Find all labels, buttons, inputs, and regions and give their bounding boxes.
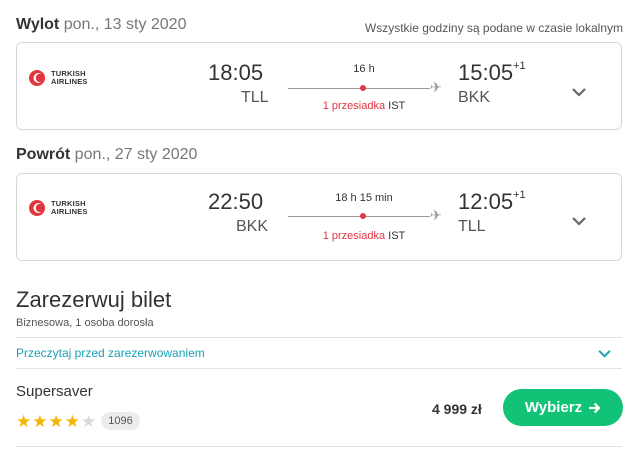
return-flight-card[interactable]: TURKISH AIRLINES 22:50 BKK 18 h 15 min ✈… — [16, 173, 622, 261]
departure-airport: BKK — [236, 218, 269, 235]
booking-title: Zarezerwuj bilet — [16, 287, 172, 312]
route-line — [288, 88, 430, 89]
outbound-label: Wylot — [16, 16, 60, 33]
stops-count: 1 przesiadka — [322, 100, 386, 112]
stopover-airport: IST — [388, 100, 406, 112]
chevron-down-icon[interactable] — [572, 216, 586, 226]
stopover-dot — [360, 213, 366, 219]
reviews-count-badge[interactable]: 1096 — [101, 412, 140, 430]
divider — [16, 446, 622, 447]
plane-icon: ✈ — [430, 207, 442, 223]
turkish-airlines-icon — [29, 70, 45, 86]
star-filled-icon: ★ — [48, 411, 64, 431]
outbound-flight-card[interactable]: TURKISH AIRLINES 18:05 TLL 16 h ✈ 1 prze… — [16, 42, 622, 130]
offer-price: 4 999 zł — [432, 401, 482, 417]
outbound-header: Wylot pon., 13 sty 2020 — [16, 16, 186, 34]
departure-time: 22:50 — [208, 189, 264, 214]
divider — [16, 368, 622, 369]
airline-name: TURKISH AIRLINES — [51, 69, 88, 86]
star-empty-icon: ★ — [81, 411, 97, 431]
departure-airport: TLL — [241, 89, 269, 106]
provider-rating: ★ ★ ★ ★ ★ 1096 — [16, 412, 140, 430]
return-label: Powrót — [16, 146, 71, 163]
arrival-airport: BKK — [458, 89, 491, 106]
airline-logo: TURKISH AIRLINES — [29, 200, 88, 216]
chevron-down-icon[interactable] — [572, 87, 586, 97]
return-header: Powrót pon., 27 sty 2020 — [16, 146, 197, 164]
stopover-airport: IST — [388, 230, 406, 242]
stops-info: 1 przesiadka IST — [289, 100, 439, 112]
stops-info: 1 przesiadka IST — [289, 230, 439, 242]
arrow-right-icon — [589, 402, 601, 413]
booking-subtitle: Biznesowa, 1 osoba dorosła — [16, 317, 154, 329]
arrival-time-value: 12:05 — [458, 189, 514, 214]
provider-name: Supersaver — [16, 383, 93, 400]
airline-logo: TURKISH AIRLINES — [29, 70, 88, 86]
flight-duration: 16 h — [353, 63, 375, 75]
arrival-time: 12:05+1 — [458, 189, 526, 215]
route-line — [288, 216, 430, 217]
timezone-note: Wszystkie godziny są podane w czasie lok… — [364, 21, 623, 35]
departure-time: 18:05 — [208, 60, 264, 85]
select-button-label: Wybierz — [524, 399, 583, 416]
read-before-booking-link[interactable]: Przeczytaj przed zarezerwowaniem — [16, 346, 205, 360]
arrival-time: 15:05+1 — [458, 60, 526, 86]
chevron-down-icon[interactable] — [598, 349, 611, 358]
arrival-time-value: 15:05 — [458, 60, 514, 85]
stops-count: 1 przesiadka — [322, 230, 386, 242]
arrival-airport: TLL — [458, 218, 486, 235]
flight-duration: 18 h 15 min — [335, 192, 393, 204]
arrival-day-offset: +1 — [513, 59, 526, 72]
star-filled-icon: ★ — [64, 411, 80, 431]
outbound-date: pon., 13 sty 2020 — [63, 16, 187, 33]
divider — [16, 337, 622, 338]
select-offer-button[interactable]: Wybierz — [503, 389, 623, 426]
star-filled-icon: ★ — [16, 411, 32, 431]
airline-name: TURKISH AIRLINES — [51, 199, 88, 216]
arrival-day-offset: +1 — [513, 188, 526, 201]
stopover-dot — [360, 85, 366, 91]
plane-icon: ✈ — [430, 79, 442, 95]
return-date: pon., 27 sty 2020 — [74, 146, 198, 163]
turkish-airlines-icon — [29, 200, 45, 216]
star-filled-icon: ★ — [32, 411, 48, 431]
